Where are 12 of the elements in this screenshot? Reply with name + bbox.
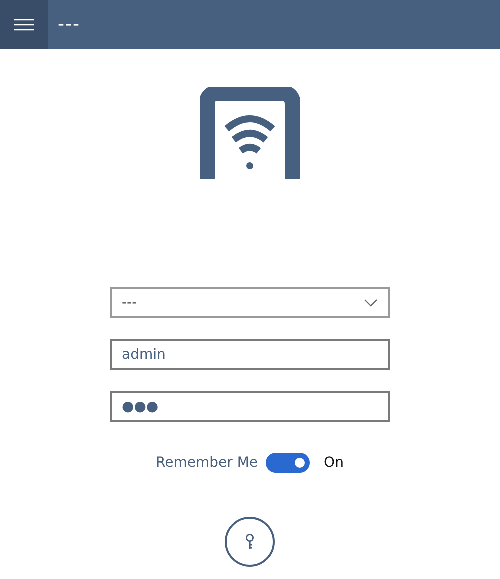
header-title: --- [58,14,80,35]
remember-me-label: Remember Me [156,455,258,471]
key-icon [246,534,254,550]
remember-me-toggle[interactable] [266,453,310,473]
login-button[interactable] [225,517,275,567]
username-field[interactable]: admin [110,339,390,370]
menu-icon [14,18,34,30]
server-dropdown[interactable]: --- [110,287,390,318]
menu-button[interactable] [0,0,48,49]
toggle-state-text: On [324,455,344,471]
chevron-down-icon [364,298,378,306]
password-field[interactable]: ●●● [110,391,390,422]
